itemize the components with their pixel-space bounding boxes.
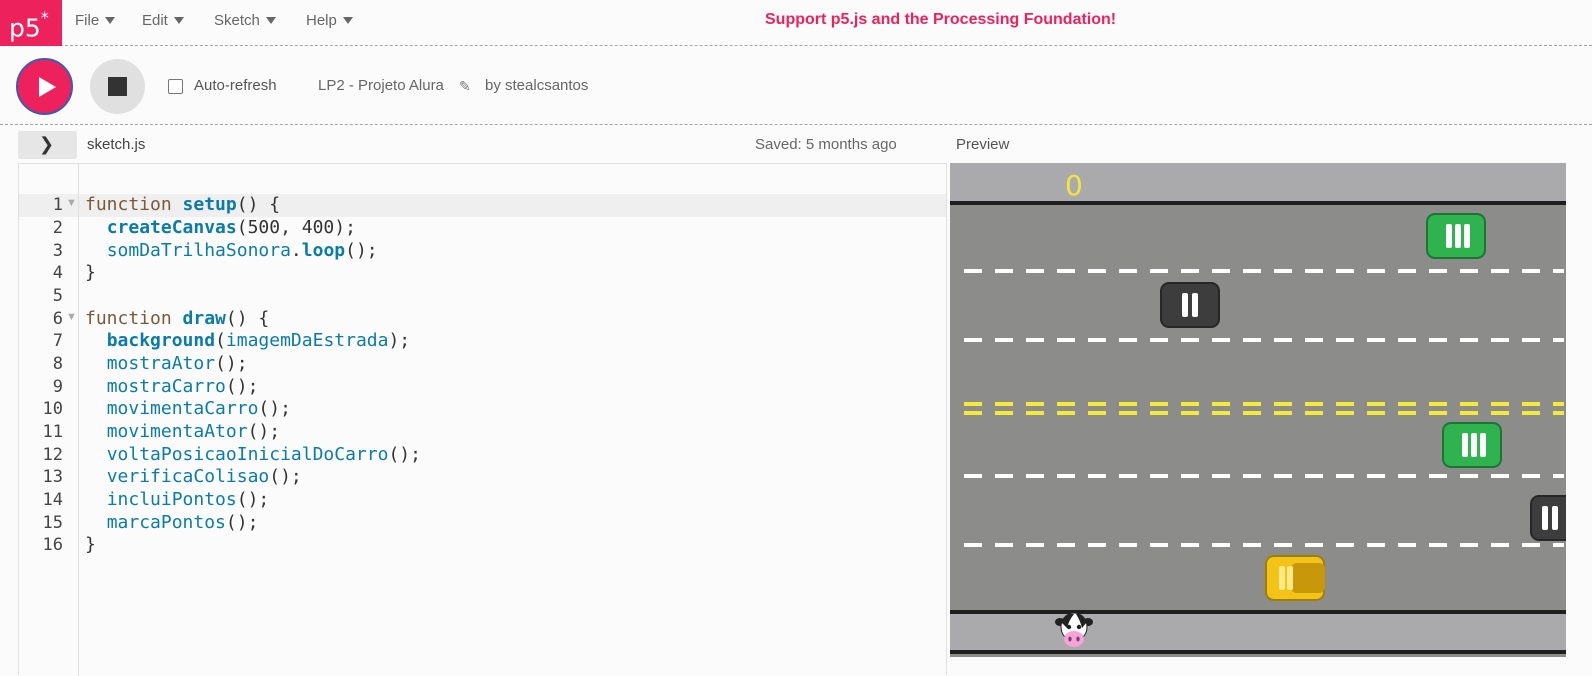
lane-divider [964, 474, 1564, 478]
line-number: 10 [42, 399, 63, 419]
line-number: 2 [52, 218, 63, 238]
chevron-down-icon [105, 17, 116, 24]
menu-edit[interactable]: Edit [142, 12, 184, 29]
play-button[interactable] [16, 58, 73, 115]
fold-icon[interactable]: ▼ [66, 197, 77, 209]
chevron-right-icon: ❯ [39, 134, 55, 155]
autorefresh-checkbox[interactable] [168, 79, 183, 94]
line-number: 11 [42, 422, 63, 442]
p5-logo[interactable]: p5* [0, 0, 62, 46]
project-name[interactable]: LP2 - Projeto Alura [318, 77, 444, 94]
line-number: 7 [52, 331, 63, 351]
line-number: 9 [52, 377, 63, 397]
play-icon [39, 77, 56, 97]
gray-car [1160, 282, 1220, 328]
menu-sketch-label: Sketch [214, 12, 260, 29]
cow-actor-icon [1055, 612, 1093, 647]
score-display: 0 [1065, 169, 1083, 202]
lane-divider [964, 338, 1564, 342]
top-sidewalk [950, 163, 1566, 203]
menu-file-label: File [75, 12, 100, 29]
logo-text: p5 [9, 13, 41, 43]
bottom-sidewalk [950, 614, 1566, 650]
sidebar-toggle-button[interactable]: ❯ [18, 131, 77, 159]
green-car [1426, 213, 1486, 259]
code-line: movimentaCarro(); [106, 398, 291, 419]
code-line: mostraAtor(); [106, 353, 248, 374]
green-car [1442, 422, 1502, 468]
saved-status: Saved: 5 months ago [755, 136, 897, 153]
line-number: 15 [42, 513, 63, 533]
code-line: function setup() { [85, 194, 281, 215]
line-number: 6 [52, 309, 63, 329]
line-number: 1 [52, 195, 63, 215]
bottom-edge [950, 650, 1566, 654]
code-line: mostraCarro(); [106, 376, 259, 397]
logo-asterisk: * [40, 8, 49, 27]
line-number: 13 [42, 467, 63, 487]
code-line: } [85, 262, 96, 283]
code-editor[interactable]: 1 2 3 4 5 6 7 8 9 10 11 12 13 14 15 16 ▼… [18, 163, 947, 676]
fold-icon[interactable]: ▼ [66, 311, 77, 323]
menu-help[interactable]: Help [306, 12, 353, 29]
line-number: 16 [42, 535, 63, 555]
menu-edit-label: Edit [142, 12, 168, 29]
code-line: } [85, 534, 96, 555]
code-line: createCanvas(500, 400); [106, 217, 356, 238]
code-line: background(imagemDaEstrada); [106, 330, 411, 351]
code-line: incluiPontos(); [106, 489, 270, 510]
stop-button[interactable] [90, 59, 145, 114]
project-owner: by stealcsantos [485, 77, 589, 94]
file-name: sketch.js [87, 136, 146, 153]
code-line: somDaTrilhaSonora.loop(); [106, 240, 378, 261]
code-line: movimentaAtor(); [106, 421, 281, 442]
code-line: function draw() { [85, 308, 270, 329]
top-curb [950, 201, 1566, 205]
line-number: 4 [52, 263, 63, 283]
chevron-down-icon [342, 17, 353, 24]
center-line [964, 411, 1564, 415]
line-number: 8 [52, 354, 63, 374]
stop-icon [108, 77, 127, 96]
preview-label: Preview [956, 136, 1010, 153]
chevron-down-icon [173, 17, 184, 24]
menu-file[interactable]: File [75, 12, 116, 29]
line-number: 3 [52, 241, 63, 261]
yellow-car [1265, 555, 1325, 601]
code-line: voltaPosicaoInicialDoCarro(); [106, 444, 421, 465]
autorefresh-label[interactable]: Auto-refresh [194, 77, 277, 94]
support-link[interactable]: Support p5.js and the Processing Foundat… [765, 11, 1116, 29]
gray-car [1530, 495, 1566, 541]
toolbar: Auto-refresh LP2 - Projeto Alura ✎ by st… [0, 47, 1592, 125]
chevron-down-icon [265, 17, 276, 24]
line-number: 14 [42, 490, 63, 510]
lane-divider [964, 269, 1564, 273]
lane-divider [964, 543, 1564, 547]
center-line [964, 402, 1564, 406]
code-line: marcaPontos(); [106, 512, 259, 533]
menu-sketch[interactable]: Sketch [214, 12, 276, 29]
top-nav: p5* File Edit Sketch Help Support p5.js … [0, 0, 1592, 46]
line-number: 12 [42, 445, 63, 465]
menu-help-label: Help [306, 12, 337, 29]
pencil-icon[interactable]: ✎ [459, 78, 471, 95]
preview-canvas[interactable]: 0 [950, 163, 1566, 657]
line-number: 5 [52, 286, 63, 306]
code-line: verificaColisao(); [106, 466, 302, 487]
